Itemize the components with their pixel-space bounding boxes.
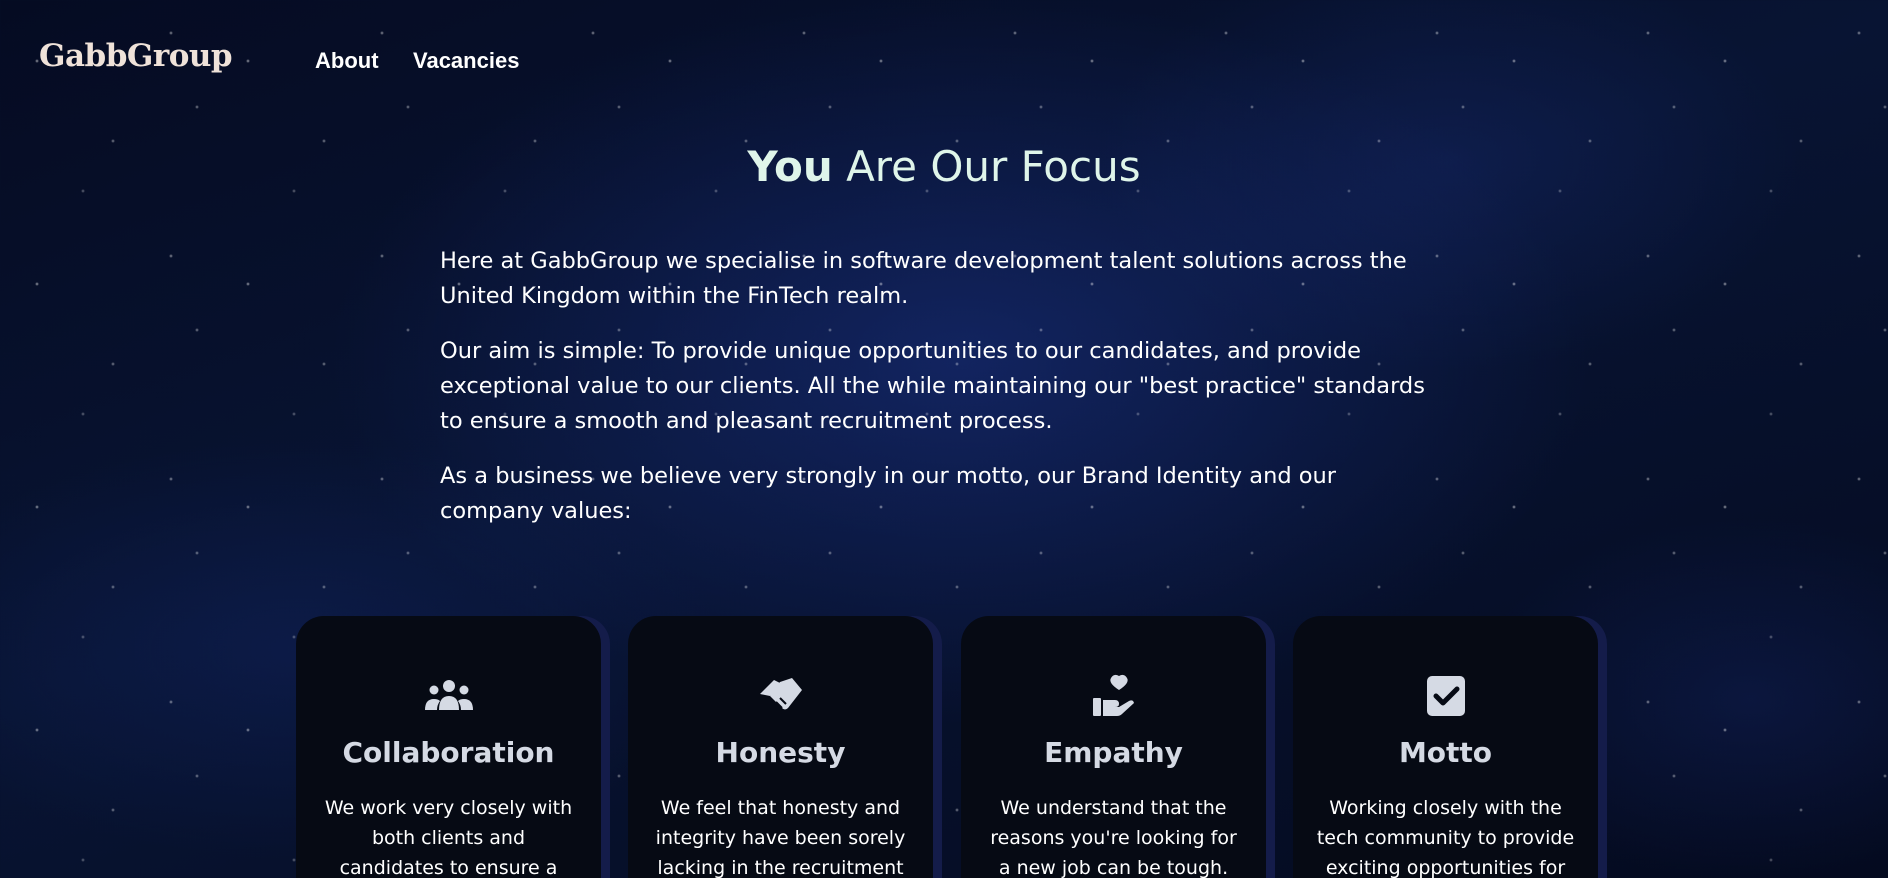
logo[interactable]: GabbGroup <box>39 38 233 74</box>
navbar: GabbGroup About Vacancies <box>0 0 1888 120</box>
value-title: Honesty <box>715 736 846 769</box>
value-description: We work very closely with both clients a… <box>324 797 573 878</box>
value-title: Empathy <box>1044 736 1183 769</box>
page-title-rest: Are Our Focus <box>832 142 1141 191</box>
nav-link-about[interactable]: About <box>315 48 379 74</box>
intro-paragraph: Our aim is simple: To provide unique opp… <box>440 338 1425 434</box>
page-title-emphasis: You <box>747 142 833 191</box>
value-card-empathy: Empathy We understand that the reasons y… <box>961 616 1266 878</box>
values-cards: Collaboration We work very closely with … <box>296 616 1616 878</box>
value-description: Working closely with the tech community … <box>1316 797 1575 878</box>
value-card-motto: Motto Working closely with the tech comm… <box>1293 616 1598 878</box>
value-card-collaboration: Collaboration We work very closely with … <box>296 616 601 878</box>
intro-text: Here at GabbGroup we specialise in softw… <box>440 244 1440 549</box>
value-description: We feel that honesty and integrity have … <box>655 797 906 878</box>
value-card-honesty: Honesty We feel that honesty and integri… <box>628 616 933 878</box>
handshake-icon <box>756 672 806 720</box>
people-group-icon <box>424 672 474 720</box>
hand-holding-heart-icon <box>1089 672 1139 720</box>
square-check-icon <box>1421 672 1471 720</box>
page-title: You Are Our Focus <box>0 142 1888 191</box>
value-title: Collaboration <box>342 736 555 769</box>
value-title: Motto <box>1398 736 1493 769</box>
nav-link-vacancies[interactable]: Vacancies <box>413 48 519 74</box>
value-description: We understand that the reasons you're lo… <box>990 797 1237 878</box>
intro-paragraph: Here at GabbGroup we specialise in softw… <box>440 248 1407 309</box>
intro-paragraph: As a business we believe very strongly i… <box>440 463 1337 524</box>
